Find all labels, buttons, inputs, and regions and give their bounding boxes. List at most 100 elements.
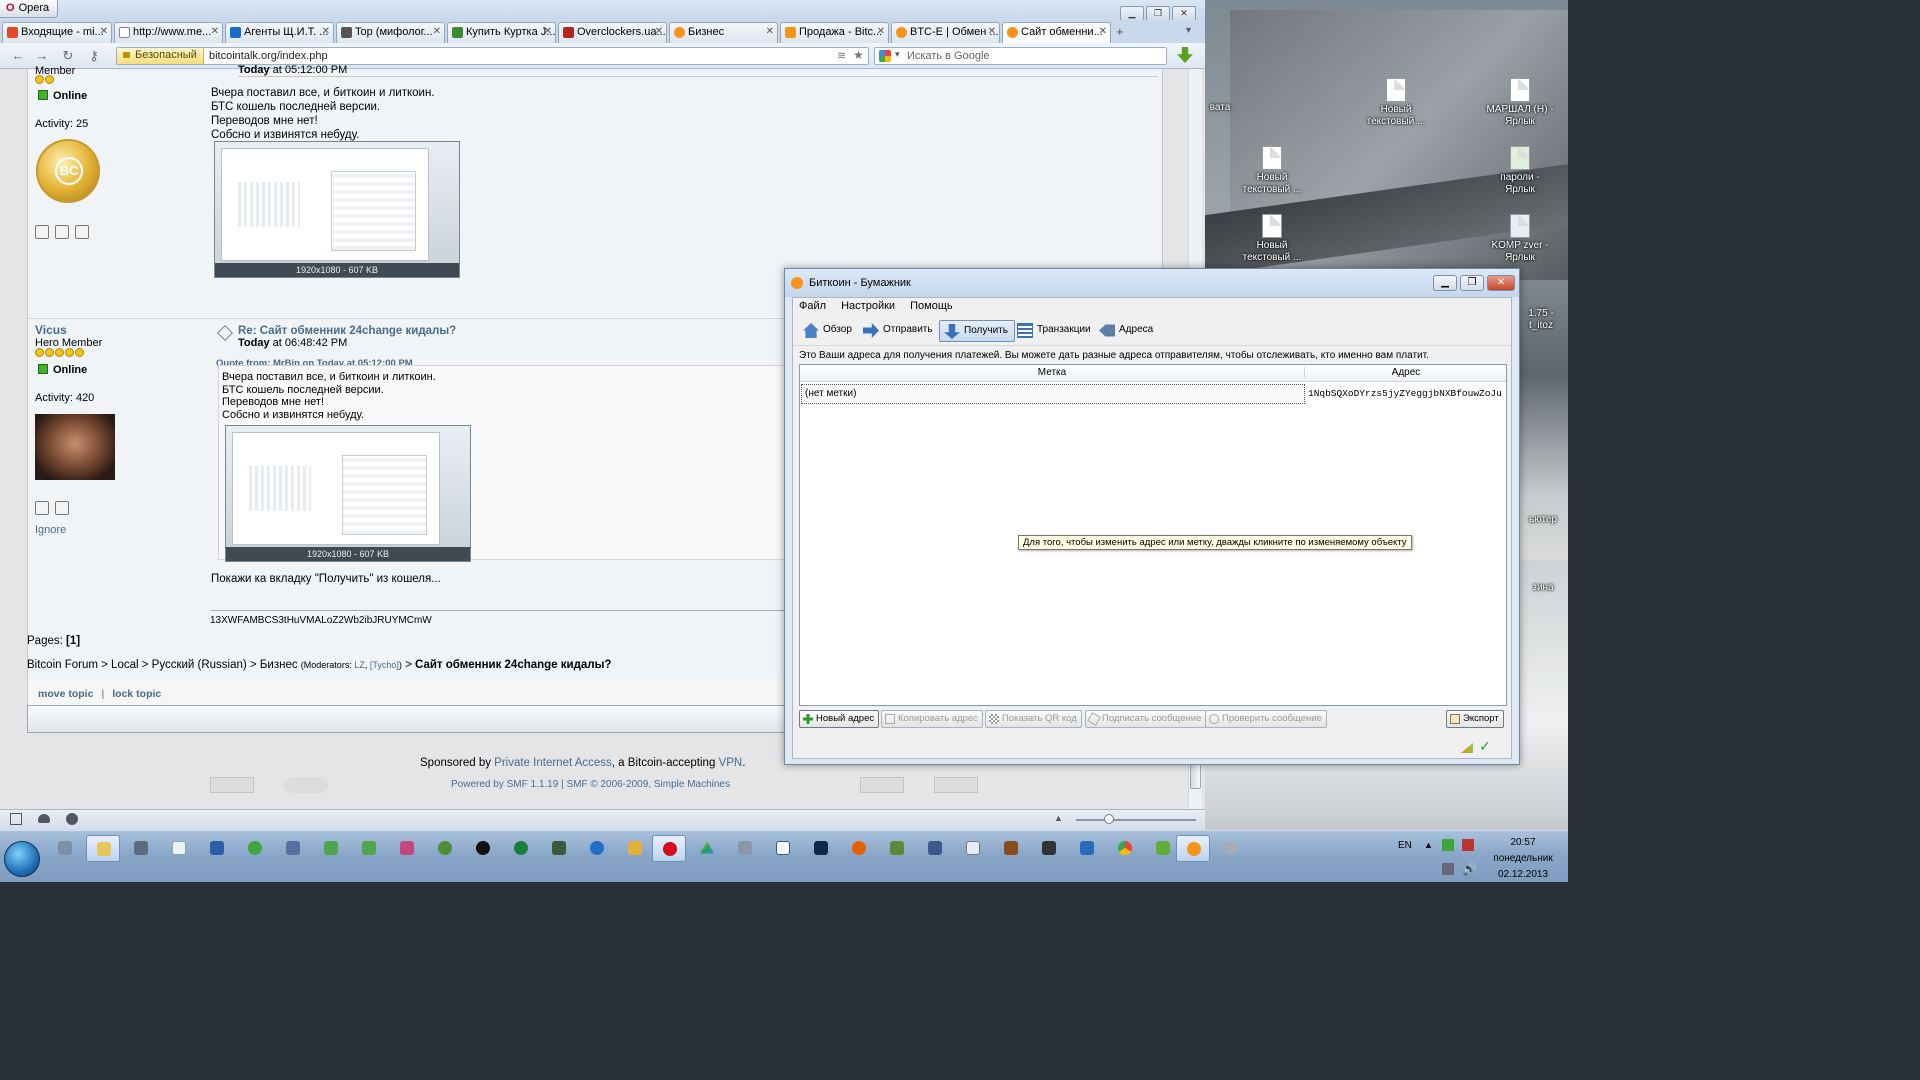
tab[interactable]: Overclockers.ua... ✕ bbox=[558, 22, 667, 43]
menu-settings[interactable]: Настройки bbox=[841, 300, 895, 312]
desktop-icon[interactable]: 1.75 - t_itoz bbox=[1516, 308, 1566, 332]
taskbar-app[interactable] bbox=[542, 835, 576, 862]
bookmark-star-icon[interactable]: ★ bbox=[853, 48, 864, 62]
zoom-icon[interactable]: ▲ bbox=[1054, 813, 1063, 823]
tab[interactable]: http://www.me... ✕ bbox=[114, 22, 223, 43]
key-icon[interactable]: ⚷ bbox=[86, 48, 102, 64]
taskbar-app[interactable] bbox=[48, 835, 82, 862]
taskbar-app[interactable] bbox=[200, 835, 234, 862]
taskbar-app-bitcoin[interactable] bbox=[1176, 835, 1210, 862]
copy-address-button[interactable]: Копировать адрес bbox=[881, 710, 983, 728]
taskbar-app[interactable] bbox=[994, 835, 1028, 862]
column-header-address[interactable]: Адрес bbox=[1306, 367, 1506, 378]
close-tab-icon[interactable]: ✕ bbox=[211, 26, 219, 37]
clock[interactable]: 20:57 понедельник 02.12.2013 bbox=[1478, 835, 1568, 883]
xhtml-badge-icon[interactable] bbox=[860, 777, 904, 793]
zoom-slider-thumb[interactable] bbox=[1104, 814, 1114, 824]
taskbar-app[interactable] bbox=[918, 835, 952, 862]
show-hidden-icons-icon[interactable]: ▲ bbox=[1424, 840, 1433, 850]
close-tab-icon[interactable]: ✕ bbox=[988, 26, 996, 37]
maximize-button[interactable]: ❐ bbox=[1460, 275, 1484, 291]
close-tab-icon[interactable]: ✕ bbox=[322, 26, 330, 37]
message-icon[interactable] bbox=[55, 501, 69, 515]
zoom-slider[interactable] bbox=[1076, 819, 1196, 821]
download-icon[interactable] bbox=[1177, 47, 1193, 63]
taskbar-app[interactable] bbox=[162, 835, 196, 862]
taskbar-app[interactable] bbox=[86, 835, 120, 862]
vpn-link[interactable]: VPN bbox=[719, 757, 743, 769]
tab-list-chevron-icon[interactable]: ▾ bbox=[1186, 25, 1191, 36]
tab-receive[interactable]: Получить bbox=[939, 320, 1015, 342]
profile-icon[interactable] bbox=[35, 501, 49, 515]
breadcrumb-link[interactable]: Bitcoin Forum bbox=[27, 659, 98, 671]
tab[interactable]: Продажа - Bitc... ✕ bbox=[780, 22, 889, 43]
desktop-icon-text-file[interactable]: Новый текстовый ... bbox=[1236, 146, 1308, 196]
tab-transactions[interactable]: Транзакции bbox=[1013, 320, 1097, 342]
tab-send[interactable]: Отправить bbox=[859, 320, 939, 342]
taskbar-app[interactable] bbox=[618, 835, 652, 862]
message-icon[interactable] bbox=[75, 225, 89, 239]
simple-machines-link[interactable]: SMF © 2006-2009, Simple Machines bbox=[566, 779, 730, 790]
new-address-button[interactable]: Новый адрес bbox=[799, 710, 880, 728]
maximize-button[interactable]: ❐ bbox=[1146, 6, 1170, 21]
taskbar-app[interactable] bbox=[504, 835, 538, 862]
close-tab-icon[interactable]: ✕ bbox=[544, 26, 552, 37]
taskbar-app[interactable] bbox=[276, 835, 310, 862]
taskbar-app[interactable] bbox=[314, 835, 348, 862]
minimize-button[interactable]: ▁ bbox=[1433, 275, 1457, 291]
desktop-icon-marshal[interactable]: МАРШАЛ (Н) - Ярлык bbox=[1484, 78, 1556, 128]
security-badge[interactable]: Безопасный bbox=[117, 48, 204, 64]
tab[interactable]: Купить Куртка J... ✕ bbox=[447, 22, 556, 43]
quote-image-screenshot[interactable]: 1920x1080 - 607 KB bbox=[225, 425, 471, 562]
close-button[interactable]: ✕ bbox=[1172, 6, 1196, 21]
turbo-icon[interactable] bbox=[66, 813, 78, 825]
close-tab-icon[interactable]: ✕ bbox=[433, 26, 441, 37]
verify-message-button[interactable]: Проверить сообщение bbox=[1205, 710, 1327, 728]
taskbar-app[interactable] bbox=[766, 835, 800, 862]
tray-app-icon[interactable] bbox=[1442, 839, 1454, 851]
table-row[interactable]: (нет метки) 1NqbSQXoDYrzs5jyZYeggjbNXBfo… bbox=[800, 382, 1506, 406]
tab-overview[interactable]: Обзор bbox=[799, 320, 858, 342]
tab-active[interactable]: Сайт обменни... ✕ bbox=[1002, 22, 1111, 43]
start-button[interactable] bbox=[4, 841, 40, 877]
profile-icon[interactable] bbox=[35, 225, 49, 239]
address-cell[interactable]: 1NqbSQXoDYrzs5jyZYeggjbNXBfouwZoJu bbox=[1308, 388, 1502, 399]
taskbar-app[interactable] bbox=[728, 835, 762, 862]
back-icon[interactable]: ← bbox=[10, 48, 26, 64]
post-image-screenshot[interactable]: 1920x1080 - 607 KB bbox=[214, 141, 460, 278]
taskbar-app[interactable] bbox=[238, 835, 272, 862]
post-subject[interactable]: Re: Сайт обменник 24change кидалы? bbox=[238, 325, 456, 337]
rss-icon[interactable]: ≋ bbox=[837, 49, 846, 62]
tab[interactable]: BTC-E | Обмен ... ✕ bbox=[891, 22, 1000, 43]
current-page[interactable]: [1] bbox=[66, 635, 80, 647]
mysql-badge-icon[interactable] bbox=[210, 777, 254, 793]
taskbar-app[interactable] bbox=[956, 835, 990, 862]
taskbar-app[interactable] bbox=[880, 835, 914, 862]
breadcrumb-link[interactable]: Local bbox=[111, 659, 139, 671]
tab[interactable]: Входящие - mi... ✕ bbox=[2, 22, 112, 43]
label-cell[interactable]: (нет метки) bbox=[801, 384, 1305, 404]
new-tab-icon[interactable]: + bbox=[1116, 24, 1124, 39]
scrollbar-thumb[interactable] bbox=[1190, 763, 1201, 789]
desktop-icon-text-file[interactable]: Новый текстовый ... bbox=[1236, 214, 1308, 264]
desktop-icon-passwords[interactable]: пароли - Ярлык bbox=[1484, 146, 1556, 196]
menu-file[interactable]: Файл bbox=[799, 300, 826, 312]
desktop-icon-computer[interactable]: ьютер bbox=[1518, 514, 1568, 526]
taskbar-app[interactable] bbox=[580, 835, 614, 862]
moderator-link[interactable]: LZ bbox=[354, 660, 365, 670]
search-field[interactable]: ▾ Искать в Google bbox=[874, 47, 1167, 65]
taskbar-app[interactable] bbox=[1032, 835, 1066, 862]
network-icon[interactable] bbox=[1442, 863, 1454, 875]
show-qr-button[interactable]: Показать QR код bbox=[985, 710, 1082, 728]
mail-icon[interactable] bbox=[55, 225, 69, 239]
taskbar-app[interactable] bbox=[804, 835, 838, 862]
taskbar-app[interactable] bbox=[690, 835, 724, 862]
breadcrumb-current[interactable]: Сайт обменник 24change кидалы? bbox=[415, 659, 611, 671]
sign-message-button[interactable]: Подписать сообщение bbox=[1085, 710, 1207, 728]
breadcrumb-link[interactable]: Бизнес bbox=[260, 659, 298, 671]
smf-link[interactable]: Powered by SMF 1.1.19 bbox=[451, 779, 558, 790]
taskbar-app[interactable] bbox=[352, 835, 386, 862]
desktop-icon-text-file[interactable]: Новый текстовый ... bbox=[1360, 78, 1432, 128]
url-field[interactable]: Безопасный bitcointalk.org/index.php ≋ ★ bbox=[116, 47, 869, 65]
lock-topic-link[interactable]: lock topic bbox=[112, 688, 161, 700]
